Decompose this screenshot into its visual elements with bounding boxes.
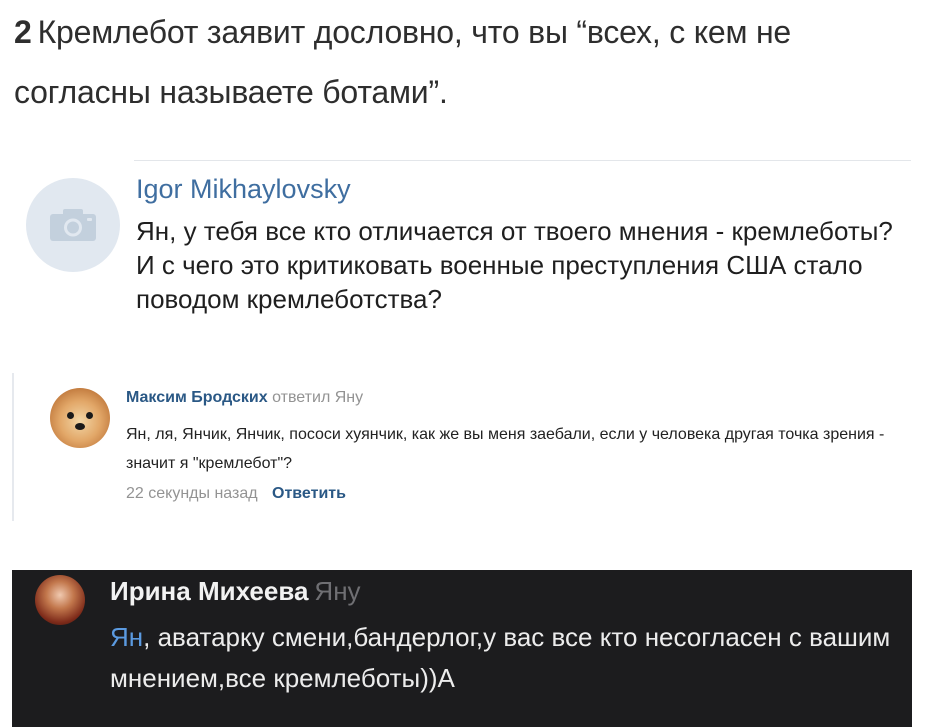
reply-to[interactable]: Яну (314, 576, 360, 606)
author-name[interactable]: Igor Mikhaylovsky (136, 174, 351, 205)
avatar-eye (67, 412, 74, 419)
comment-text: Ян, аватарку смени,бандерлог,у вас все к… (110, 617, 900, 699)
quote-border (12, 373, 14, 521)
comment-meta: 22 секунды назад Ответить (126, 485, 346, 503)
comment-irina: Ирина Михеева Яну Ян, аватарку смени,банд… (12, 570, 912, 727)
replied-to[interactable]: ответил Яну (272, 389, 363, 406)
comment-body: , аватарку смени,бандерлог,у вас все кто… (110, 622, 891, 693)
divider (134, 160, 911, 161)
avatar-eye (86, 412, 93, 419)
camera-icon (50, 209, 96, 241)
comment-text: Ян, у тебя все кто отличается от твоего … (136, 216, 893, 314)
avatar[interactable] (26, 178, 120, 272)
reply-button[interactable]: Ответить (272, 485, 346, 502)
timestamp[interactable]: 22 секунды назад (126, 485, 258, 502)
avatar[interactable] (35, 575, 85, 625)
headline-text: Кремлебот заявит дословно, что вы “всех,… (14, 14, 792, 110)
author-name[interactable]: Ирина Михеева (110, 576, 308, 606)
comment-text: Ян, ля, Янчик, Янчик, пососи хуянчик, ка… (126, 426, 885, 472)
avatar[interactable] (50, 388, 110, 448)
comment-header: Ирина Михеева Яну (110, 576, 361, 607)
mention-link[interactable]: Ян (110, 622, 143, 652)
headline: 2 Кремлебот заявит дословно, что вы “всех… (14, 2, 914, 122)
comment-header: Максим Бродских ответил Яну (126, 389, 363, 407)
avatar-nose (75, 423, 85, 430)
author-name[interactable]: Максим Бродских (126, 389, 268, 406)
headline-number: 2 (14, 14, 32, 50)
